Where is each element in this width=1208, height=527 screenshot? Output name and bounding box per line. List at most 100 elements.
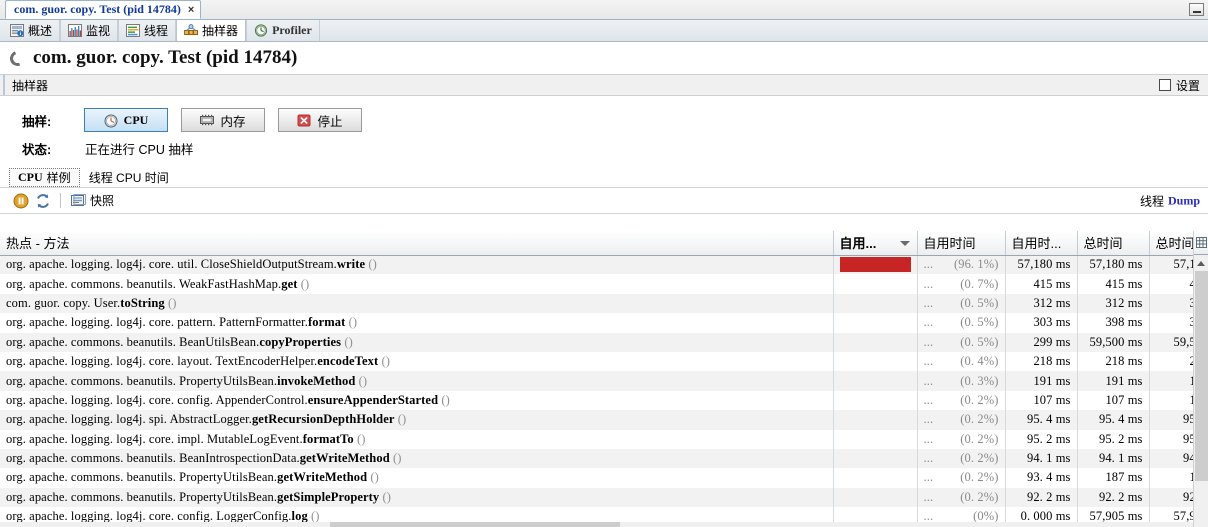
vertical-scrollbar-thumb[interactable] — [1195, 271, 1208, 481]
self-time-bar-track — [839, 257, 911, 273]
table-row[interactable]: org. apache. logging. log4j. core. util.… — [0, 255, 1208, 275]
vertical-scrollbar[interactable] — [1193, 231, 1208, 527]
status-row: 状态: 正在进行 CPU 抽样 — [22, 134, 1208, 162]
toolbar-separator — [60, 193, 61, 208]
method-parens: () — [341, 334, 353, 349]
method-package: org. apache. logging. log4j. core. patte… — [6, 315, 308, 330]
method-package: org. apache. logging. log4j. core. util.… — [6, 257, 337, 272]
self-time-percent-value: (0. 2%) — [960, 431, 999, 446]
table-row[interactable]: org. apache. logging. log4j. spi. Abstra… — [0, 410, 1208, 430]
cell-self-time-percent: ... (0. 2%) — [917, 429, 1006, 449]
method-name: write — [336, 257, 366, 272]
table-row[interactable]: org. apache. commons. beanutils. Propert… — [0, 468, 1208, 488]
tab-cpu-samples[interactable]: CPU 样例 — [9, 168, 80, 187]
method-package: org. apache. commons. beanutils. Propert… — [6, 489, 278, 504]
column-header-method[interactable]: 热点 - 方法 — [0, 231, 834, 256]
status-label: 状态: — [22, 142, 52, 157]
thread-dump-button[interactable]: 线程 Dump — [1140, 192, 1200, 209]
sampling-label: 抽样: — [22, 114, 52, 129]
tab-monitor-label: 监视 — [86, 24, 111, 38]
close-icon[interactable]: × — [188, 4, 194, 16]
truncation-dots: ... — [923, 489, 934, 504]
cell-self-time: 93. 4 ms — [1005, 468, 1078, 488]
table-row[interactable]: org. apache. logging. log4j. core. patte… — [0, 313, 1208, 333]
method-parens: () — [379, 489, 392, 504]
self-time-bar-track — [840, 470, 911, 485]
cell-self-time-bar — [833, 410, 918, 430]
table-row[interactable]: com. guor. copy. User.toString ()... (0. … — [0, 293, 1208, 314]
cell-self-time: 312 ms — [1005, 293, 1078, 314]
inner-tabstrip: CPU 样例 线程 CPU 时间 — [0, 168, 1208, 188]
column-header-self-time[interactable]: 自用时... — [1005, 231, 1078, 256]
column-header-total-time[interactable]: 总时间 — [1077, 231, 1150, 256]
cpu-sampling-button[interactable]: CPU — [84, 108, 168, 132]
horizontal-scrollbar-thumb[interactable] — [330, 522, 620, 527]
cell-total-time: 95. 4 ms — [1077, 410, 1150, 430]
minimize-icon[interactable] — [1189, 3, 1204, 16]
document-tab-test[interactable]: com. guor. copy. Test (pid 14784) × — [5, 0, 202, 19]
tab-thread-cpu-time[interactable]: 线程 CPU 时间 — [80, 168, 178, 187]
tab-thread-cpu-time-label: 线程 CPU 时间 — [88, 171, 169, 185]
method-package: org. apache. logging. log4j. core. confi… — [6, 392, 308, 407]
sampler-icon — [184, 24, 199, 37]
hotspot-table-container: 热点 - 方法 自用... 自用时间 自用时... 总时间 总时间 ... or… — [0, 231, 1208, 527]
clock-icon — [104, 114, 118, 127]
table-row[interactable]: org. apache. commons. beanutils. BeanUti… — [0, 332, 1208, 352]
tab-threads[interactable]: 线程 — [118, 20, 177, 41]
column-header-method-label: 热点 - 方法 — [6, 236, 70, 252]
cell-total-time: 415 ms — [1077, 274, 1150, 294]
settings-checkbox[interactable] — [1158, 79, 1171, 91]
self-time-bar-track — [840, 335, 911, 350]
stop-sampling-button[interactable]: 停止 — [278, 108, 362, 132]
cell-method: org. apache. logging. log4j. spi. Abstra… — [0, 410, 834, 430]
tab-overview[interactable]: 概述 — [3, 20, 61, 41]
self-time-bar-track — [840, 296, 911, 311]
snapshot-button[interactable]: 快照 — [67, 192, 118, 209]
table-row[interactable]: org. apache. logging. log4j. core. impl.… — [0, 429, 1208, 449]
method-parens: () — [365, 257, 377, 272]
table-row[interactable]: org. apache. commons. beanutils. WeakFas… — [0, 274, 1208, 294]
threads-icon — [126, 24, 141, 37]
table-row[interactable]: org. apache. commons. beanutils. Propert… — [0, 487, 1208, 508]
truncation-dots: ... — [923, 354, 934, 369]
table-row[interactable]: org. apache. commons. beanutils. Propert… — [0, 371, 1208, 391]
column-header-self-bar[interactable]: 自用... — [833, 231, 918, 256]
table-row[interactable]: org. apache. commons. beanutils. BeanInt… — [0, 448, 1208, 469]
cell-self-time: 415 ms — [1005, 274, 1078, 294]
self-time-bar-track — [840, 451, 911, 466]
scroll-up-button[interactable] — [1194, 255, 1208, 271]
tab-profiler[interactable]: Profiler — [246, 20, 320, 41]
horizontal-scrollbar[interactable] — [0, 522, 1193, 527]
method-name: toString — [120, 295, 165, 310]
method-name: invokeMethod — [277, 373, 356, 388]
memory-sampling-button[interactable]: 内存 — [181, 108, 265, 132]
column-header-self-time-pct[interactable]: 自用时间 — [917, 231, 1006, 256]
tab-monitor[interactable]: 监视 — [60, 20, 119, 41]
table-row[interactable]: org. apache. logging. log4j. core. confi… — [0, 390, 1208, 411]
document-tab-label: com. guor. copy. Test (pid 14784) — [14, 2, 181, 16]
truncation-dots: ... — [923, 257, 934, 272]
settings-checkbox-group[interactable]: 设置 — [1158, 77, 1200, 94]
column-chooser-button[interactable] — [1194, 231, 1208, 255]
page-title: com. guor. copy. Test (pid 14784) — [33, 47, 298, 68]
self-time-bar-track — [840, 412, 911, 427]
cell-total-time: 95. 2 ms — [1077, 429, 1150, 449]
tab-sampler[interactable]: 抽样器 — [176, 20, 247, 41]
cell-total-time: 92. 2 ms — [1077, 487, 1150, 508]
self-time-percent-value: (0. 5%) — [960, 295, 999, 310]
method-name: encodeText — [317, 354, 379, 369]
column-header-total-time-label: 总时间 — [1083, 236, 1123, 252]
pause-icon[interactable] — [10, 191, 32, 211]
truncation-dots: ... — [923, 451, 934, 466]
cell-method: org. apache. commons. beanutils. Propert… — [0, 371, 834, 391]
table-row[interactable]: org. apache. logging. log4j. core. layou… — [0, 351, 1208, 372]
hotspot-table: 热点 - 方法 自用... 自用时间 自用时... 总时间 总时间 ... or… — [0, 231, 1208, 527]
method-parens: () — [164, 295, 177, 310]
refresh-icon[interactable] — [32, 191, 54, 211]
column-chooser-icon — [1195, 237, 1207, 248]
method-name: get — [281, 276, 298, 291]
method-parens: () — [345, 315, 358, 330]
truncation-dots: ... — [923, 412, 934, 427]
self-time-bar-track — [840, 315, 911, 330]
truncation-dots: ... — [923, 315, 934, 330]
